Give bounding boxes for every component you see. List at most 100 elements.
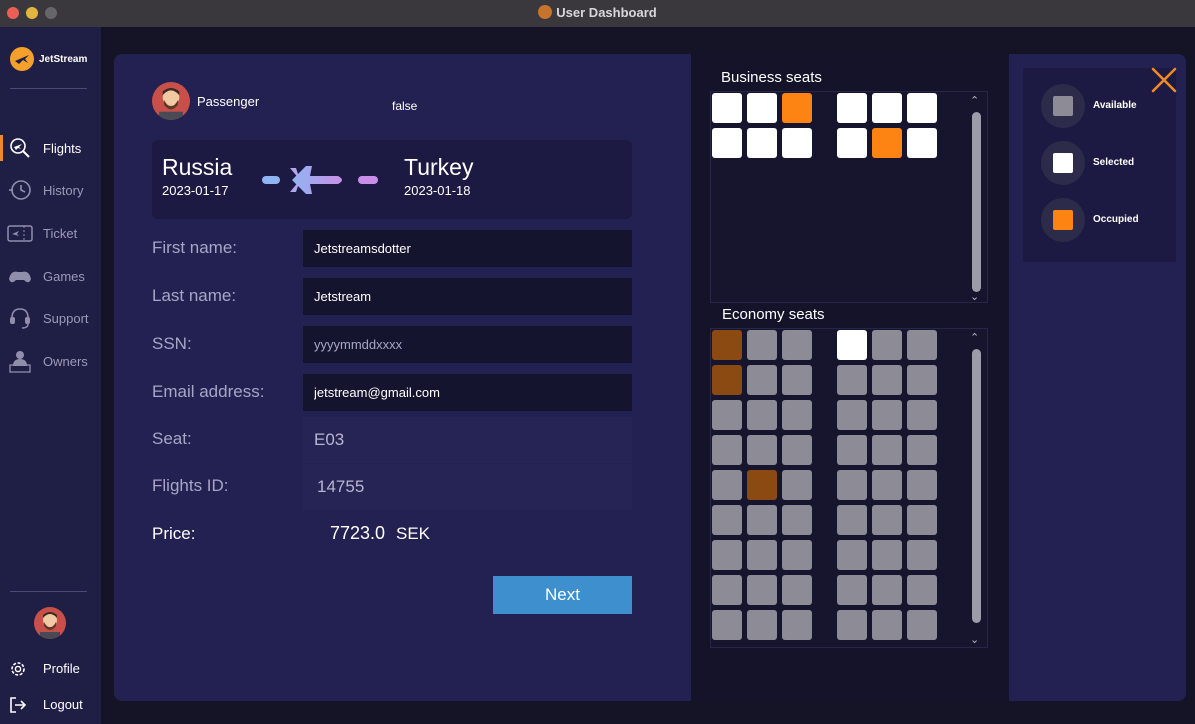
user-avatar[interactable] [34,607,66,639]
seat[interactable] [837,400,867,430]
seat[interactable] [837,365,867,395]
seat[interactable] [712,575,742,605]
next-button[interactable]: Next [493,576,632,614]
booking-panel: Passenger false Russia 2023-01-17 Turkey… [114,54,691,701]
seat[interactable] [712,505,742,535]
sidebar-item-flights[interactable]: Flights [0,133,101,163]
seat[interactable] [712,93,742,123]
economy-scrollbar[interactable]: ⌃ ⌄ [969,333,983,647]
selected-swatch [1053,153,1073,173]
seat[interactable] [782,575,812,605]
seat[interactable] [712,435,742,465]
seat[interactable] [872,610,902,640]
seat[interactable] [712,128,742,158]
seat[interactable] [907,400,937,430]
seat[interactable] [782,128,812,158]
legend-circle [1041,84,1085,128]
seat[interactable] [907,470,937,500]
seat[interactable] [907,365,937,395]
seat[interactable] [782,435,812,465]
seat[interactable] [712,400,742,430]
seat[interactable] [837,575,867,605]
seat[interactable] [782,365,812,395]
seat[interactable] [782,400,812,430]
seat[interactable] [907,505,937,535]
economy-scroll-thumb[interactable] [972,349,981,623]
profile-label: Profile [43,661,80,676]
seat [712,365,742,395]
seat[interactable] [712,470,742,500]
seat[interactable] [747,93,777,123]
seat[interactable] [747,540,777,570]
sidebar-item-games[interactable]: Games [0,261,101,291]
seat[interactable] [712,610,742,640]
sidebar-item-label: Support [43,311,89,326]
sidebar-item-history[interactable]: History [0,175,101,205]
seat[interactable] [872,505,902,535]
sidebar-item-owners[interactable]: Owners [0,346,101,376]
seat[interactable] [907,93,937,123]
seat [747,470,777,500]
sidebar-item-ticket[interactable]: Ticket [0,218,101,248]
seat[interactable] [747,575,777,605]
seat-label: Seat: [152,429,192,448]
seat[interactable] [712,540,742,570]
ssn-field[interactable] [303,326,632,363]
seat[interactable] [837,540,867,570]
scroll-up-icon[interactable]: ⌃ [970,333,979,344]
seat[interactable] [907,540,937,570]
seat[interactable] [837,435,867,465]
gear-icon [11,662,25,676]
seat[interactable] [907,128,937,158]
seat[interactable] [872,93,902,123]
seat[interactable] [872,365,902,395]
first-name-field[interactable] [303,230,632,267]
business-scroll-thumb[interactable] [972,112,981,292]
seat[interactable] [872,470,902,500]
seat[interactable] [782,540,812,570]
destination-country: Turkey [404,154,474,180]
last-name-field[interactable] [303,278,632,315]
passenger-avatar [152,82,190,120]
profile-button[interactable]: Profile [0,657,101,681]
seat[interactable] [872,540,902,570]
email-label: Email address: [152,382,265,401]
seat[interactable] [837,330,867,360]
seat[interactable] [907,575,937,605]
close-icon[interactable] [1149,65,1179,95]
sidebar-item-support[interactable]: Support [0,303,101,333]
seat[interactable] [782,330,812,360]
seat[interactable] [747,435,777,465]
seat[interactable] [782,610,812,640]
sidebar-divider [10,88,87,89]
email-field[interactable] [303,374,632,411]
legend-panel: Available Selected Occupied [1009,54,1186,701]
seat[interactable] [907,330,937,360]
seat[interactable] [747,128,777,158]
seat[interactable] [782,505,812,535]
seat[interactable] [837,128,867,158]
sidebar-item-label: Owners [43,354,88,369]
seat[interactable] [907,435,937,465]
seat[interactable] [747,400,777,430]
seat[interactable] [747,505,777,535]
seat[interactable] [907,610,937,640]
seat[interactable] [747,610,777,640]
logout-button[interactable]: Logout [0,693,101,717]
seat[interactable] [837,470,867,500]
seat[interactable] [872,400,902,430]
seat[interactable] [782,470,812,500]
seat[interactable] [872,575,902,605]
scroll-up-icon[interactable]: ⌃ [970,96,979,107]
business-scrollbar[interactable]: ⌃ ⌄ [969,96,983,303]
seat[interactable] [747,330,777,360]
seat[interactable] [837,505,867,535]
seat[interactable] [837,610,867,640]
scroll-down-icon[interactable]: ⌄ [970,292,979,303]
scroll-down-icon[interactable]: ⌄ [970,635,979,646]
active-indicator [0,135,3,161]
seat[interactable] [872,435,902,465]
seat[interactable] [747,365,777,395]
seat[interactable] [872,330,902,360]
seat[interactable] [837,93,867,123]
